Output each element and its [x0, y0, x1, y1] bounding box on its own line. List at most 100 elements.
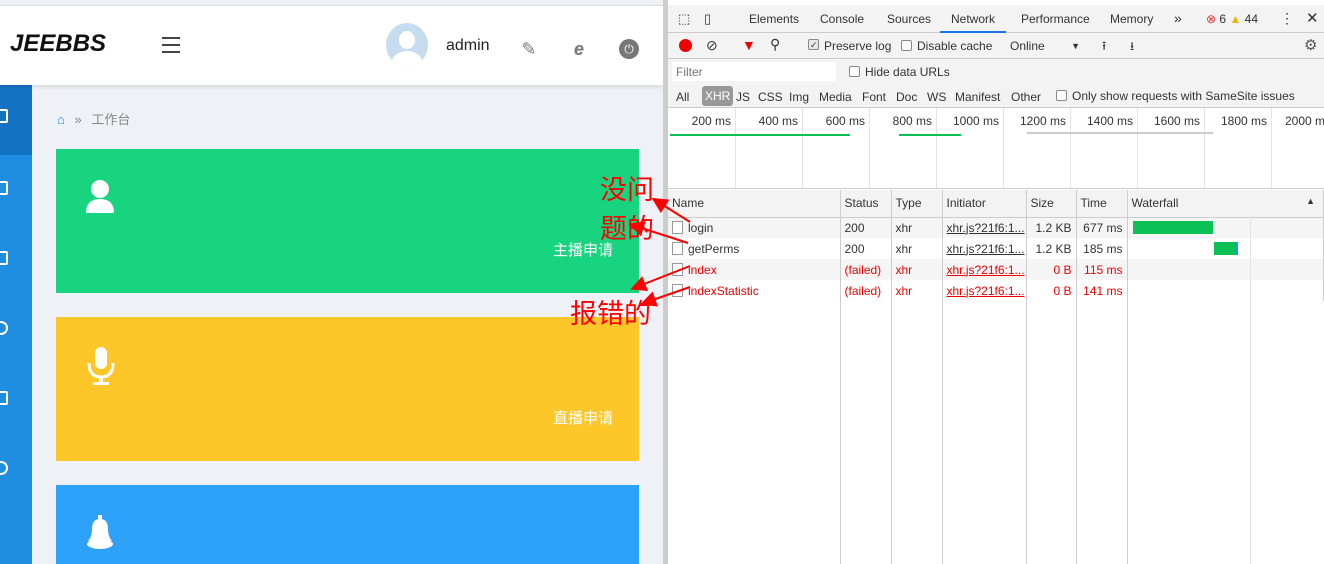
type-font[interactable]: Font [862, 90, 886, 104]
tab-memory[interactable]: Memory [1110, 12, 1153, 26]
timeline-tick: 1400 ms [1086, 114, 1133, 128]
type-manifest[interactable]: Manifest [955, 90, 1000, 104]
card-live-apply[interactable]: 直播申请 [56, 317, 639, 461]
type-css[interactable]: CSS [758, 90, 783, 104]
tab-console[interactable]: Console [820, 12, 864, 26]
bell-icon [87, 515, 113, 549]
type-img[interactable]: Img [789, 90, 809, 104]
tab-sources[interactable]: Sources [887, 12, 931, 26]
username[interactable]: admin [446, 37, 490, 55]
table-row[interactable]: getPerms 200 xhr xhr.js?21f6:1... 1.2 KB 1… [668, 238, 1324, 259]
logo: JEEBBS [10, 30, 107, 57]
throttle-select[interactable]: Online ▼ [1010, 39, 1080, 53]
initiator-link[interactable]: xhr.js?21f6:1... [942, 259, 1027, 280]
type-filter-bar: All XHR JS CSS Img Media Font Doc WS Man… [668, 85, 1324, 108]
more-tabs-button[interactable]: » [1174, 10, 1182, 26]
timeline-overview[interactable]: 200 ms 400 ms 600 ms 800 ms 1000 ms 1200… [668, 108, 1324, 189]
record-icon[interactable] [679, 39, 692, 52]
timeline-tick: 600 ms [825, 114, 865, 128]
timeline-tick: 1000 ms [952, 114, 999, 128]
type-media[interactable]: Media [819, 90, 852, 104]
device-toolbar-icon[interactable]: ▯ [704, 11, 711, 27]
monitor-icon[interactable] [0, 109, 8, 123]
top-header: JEEBBS admin ✎ e ⏻ [0, 5, 663, 85]
browser-icon[interactable]: e [569, 39, 589, 59]
error-count[interactable]: ⊗ 6 ▲ 44 [1206, 12, 1258, 26]
table-row[interactable]: indexStatistic (failed) xhr xhr.js?21f6:1… [668, 280, 1324, 301]
avatar[interactable] [386, 23, 428, 67]
initiator-link[interactable]: xhr.js?21f6:1... [942, 238, 1027, 259]
warning-icon: ▲ [1229, 12, 1242, 26]
settings-gear-icon[interactable]: ⚙ [1304, 36, 1317, 54]
type-other[interactable]: Other [1011, 90, 1041, 104]
preserve-log-checkbox[interactable]: Preserve log [808, 39, 891, 53]
type-xhr[interactable]: XHR [702, 86, 734, 106]
timeline-tick: 400 ms [758, 114, 798, 128]
user-icon[interactable] [0, 321, 8, 335]
samesite-checkbox[interactable]: Only show requests with SameSite issues [1056, 89, 1295, 103]
import-icon[interactable]: ⭱ [1102, 37, 1106, 58]
card-notice[interactable] [56, 485, 639, 564]
timeline-tick: 1600 ms [1153, 114, 1200, 128]
timeline-tick: 1200 ms [1019, 114, 1066, 128]
sort-asc-icon: ▲ [1306, 196, 1315, 207]
type-ws[interactable]: WS [927, 90, 946, 104]
type-all[interactable]: All [676, 90, 689, 104]
close-icon[interactable]: ✕ [1306, 9, 1319, 27]
grid-icon[interactable] [0, 181, 8, 195]
menu-dots-icon[interactable]: ⋮ [1280, 10, 1294, 27]
document-icon [672, 220, 683, 234]
document-icon [672, 283, 683, 297]
export-icon[interactable]: ⭳ [1130, 37, 1134, 58]
col-waterfall[interactable]: Waterfall ▲ [1127, 190, 1324, 218]
col-initiator[interactable]: Initiator [942, 190, 1027, 218]
gear-icon[interactable] [0, 461, 8, 475]
timeline-gridline [1137, 108, 1138, 188]
network-toolbar: ⊘ ▼ ⚲ Preserve log Disable cache Online▼… [668, 33, 1324, 59]
timeline-tick: 2000 ms [1285, 114, 1324, 128]
waterfall-bar [1213, 242, 1238, 255]
type-doc[interactable]: Doc [896, 90, 917, 104]
disable-cache-checkbox[interactable]: Disable cache [901, 39, 992, 53]
table-row[interactable]: login 200 xhr xhr.js?21f6:1... 1.2 KB 677 … [668, 217, 1324, 238]
breadcrumb-current: 工作台 [91, 112, 131, 127]
timeline-gridline [1003, 108, 1004, 188]
timeline-tick: 800 ms [892, 114, 932, 128]
tab-performance[interactable]: Performance [1021, 12, 1090, 26]
tab-elements[interactable]: Elements [749, 12, 799, 26]
search-icon[interactable]: ⚲ [770, 36, 780, 53]
card-anchor-apply[interactable]: 主播申请 [56, 149, 639, 293]
col-type[interactable]: Type [891, 190, 943, 218]
clear-icon[interactable]: ⊘ [706, 37, 718, 54]
document-icon [672, 262, 683, 276]
col-time[interactable]: Time [1076, 190, 1128, 218]
annotation-error: 报错的 [570, 299, 651, 329]
chart-icon[interactable] [0, 251, 8, 265]
timeline-gridline [1271, 108, 1272, 188]
annotation-ok: 没问题的 [600, 175, 654, 244]
grid-icon[interactable] [0, 391, 8, 405]
type-js[interactable]: JS [736, 90, 750, 104]
table-header: Name Status Type Initiator Size Time Wat… [668, 190, 1324, 218]
requests-table: Name Status Type Initiator Size Time Wat… [668, 190, 1324, 301]
initiator-link[interactable]: xhr.js?21f6:1... [942, 280, 1027, 301]
hide-data-urls-checkbox[interactable]: Hide data URLs [849, 65, 950, 79]
tab-network[interactable]: Network [940, 5, 1007, 33]
timeline-tick: 1800 ms [1220, 114, 1267, 128]
breadcrumb: ⌂ » 工作台 [57, 109, 130, 128]
table-row[interactable]: index (failed) xhr xhr.js?21f6:1... 0 B 11… [668, 259, 1324, 280]
filter-input[interactable] [672, 62, 836, 81]
home-icon[interactable]: ⌂ [57, 112, 65, 127]
power-icon[interactable]: ⏻ [619, 39, 639, 59]
col-size[interactable]: Size [1026, 190, 1077, 218]
initiator-link[interactable]: xhr.js?21f6:1... [942, 217, 1027, 238]
timeline-gridline [869, 108, 870, 188]
edit-profile-icon[interactable]: ✎ [519, 39, 539, 59]
microphone-icon [87, 347, 115, 385]
filter-icon[interactable]: ▼ [742, 37, 756, 53]
menu-toggle-icon[interactable] [162, 37, 180, 53]
devtools-tabs: ⬚ ▯ Elements Console Sources Network Per… [668, 5, 1324, 33]
col-name[interactable]: Name [668, 190, 841, 218]
col-status[interactable]: Status [840, 190, 892, 218]
inspect-icon[interactable]: ⬚ [678, 11, 690, 27]
